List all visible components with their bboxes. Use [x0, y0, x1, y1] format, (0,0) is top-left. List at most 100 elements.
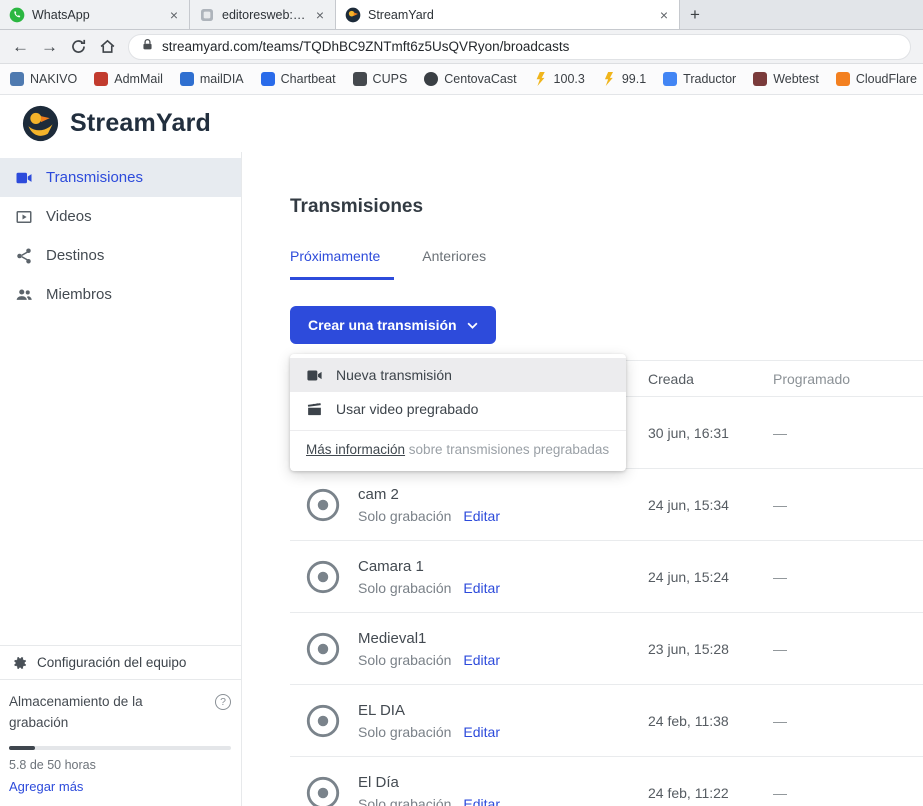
main-content: Transmisiones Próximamente Anteriores Cr… [242, 152, 923, 806]
sidebar-item-videos[interactable]: Videos [0, 197, 241, 236]
broadcast-title: EL DIA [358, 702, 500, 719]
cups-icon [353, 72, 367, 86]
broadcast-title: El Día [358, 774, 500, 791]
record-icon [304, 630, 342, 668]
broadcast-subtitle: Solo grabación [358, 652, 451, 668]
scheduled-cell: — [773, 641, 923, 657]
tab-anteriores[interactable]: Anteriores [422, 248, 500, 280]
bookmark-nakivo[interactable]: NAKIVO [10, 72, 77, 86]
sidebar-item-miembros[interactable]: Miembros [0, 275, 241, 314]
edit-link[interactable]: Editar [463, 580, 500, 596]
bookmark-cups[interactable]: CUPS [353, 72, 408, 86]
bookmark-label: mailDIA [200, 72, 244, 86]
created-cell: 23 jun, 15:28 [648, 641, 773, 657]
streamyard-logo-icon[interactable] [22, 105, 59, 142]
streamyard-header: StreamYard [0, 95, 923, 152]
tab-proximamente[interactable]: Próximamente [290, 248, 394, 280]
bookmarks-bar: NAKIVO AdmMail mailDIA Chartbeat CUPS Ce… [0, 64, 923, 95]
sidebar-item-label: Miembros [46, 286, 112, 303]
broadcast-title: Medieval1 [358, 630, 500, 647]
maildia-icon [180, 72, 194, 86]
broadcast-subtitle: Solo grabación [358, 796, 451, 806]
reload-icon[interactable] [70, 38, 87, 55]
edit-link[interactable]: Editar [463, 796, 500, 806]
back-icon[interactable]: ← [12, 38, 29, 55]
close-icon[interactable]: × [314, 6, 326, 24]
created-cell: 24 feb, 11:22 [648, 785, 773, 801]
bookmark-admmail[interactable]: AdmMail [94, 72, 163, 86]
menu-item-video-pregrabado[interactable]: Usar video pregrabado [290, 392, 626, 426]
table-row[interactable]: El Día Solo grabación Editar 24 feb, 11:2… [290, 757, 923, 806]
bookmark-traductor[interactable]: Traductor [663, 72, 736, 86]
address-bar: ← → streamyard.com/teams/TQDhBC9ZNTmft6z… [0, 30, 923, 64]
edit-link[interactable]: Editar [463, 652, 500, 668]
brand-wordmark: StreamYard [70, 109, 211, 138]
table-row[interactable]: EL DIA Solo grabaciónEditar 24 feb, 11:3… [290, 685, 923, 757]
bookmark-label: 100.3 [554, 72, 585, 86]
table-row[interactable]: Camara 1 Solo grabaciónEditar 24 jun, 15… [290, 541, 923, 613]
created-cell: 30 jun, 16:31 [648, 425, 773, 441]
sidebar-item-transmisiones[interactable]: Transmisiones [0, 158, 241, 197]
bookmark-label: 99.1 [622, 72, 646, 86]
menu-footer: Más información sobre transmisiones preg… [290, 431, 626, 471]
bookmark-chartbeat[interactable]: Chartbeat [261, 72, 336, 86]
bookmark-label: NAKIVO [30, 72, 77, 86]
help-icon[interactable]: ? [215, 694, 231, 710]
menu-item-label: Nueva transmisión [336, 367, 452, 383]
edit-link[interactable]: Editar [463, 508, 500, 524]
bookmark-label: Webtest [773, 72, 819, 86]
bookmark-webtest[interactable]: Webtest [753, 72, 819, 86]
table-row[interactable]: Medieval1 Solo grabación Editar 23 jun, 1… [290, 613, 923, 685]
record-icon [304, 486, 342, 524]
more-info-rest: sobre transmisiones pregrabadas [405, 442, 609, 457]
edit-link[interactable]: Editar [463, 724, 500, 740]
bookmark-label: AdmMail [114, 72, 163, 86]
centovacast-icon [424, 72, 438, 86]
more-info-link[interactable]: Más información [306, 442, 405, 457]
bookmark-radio-99-1[interactable]: 99.1 [602, 72, 646, 86]
menu-item-nueva-transmision[interactable]: Nueva transmisión [290, 358, 626, 392]
video-file-icon [15, 208, 33, 226]
sidebar: Transmisiones Videos Destinos Miembros C… [0, 152, 242, 806]
cloudflare-icon [836, 72, 850, 86]
scheduled-cell: — [773, 569, 923, 585]
video-camera-icon [15, 169, 33, 187]
streamyard-favicon-icon [345, 7, 361, 23]
create-broadcast-button[interactable]: Crear una transmisión [290, 306, 496, 344]
scheduled-header: Programado [773, 371, 923, 387]
home-icon[interactable] [99, 38, 116, 55]
bookmark-label: Chartbeat [281, 72, 336, 86]
bookmark-radio-100-3[interactable]: 100.3 [534, 72, 585, 86]
created-cell: 24 jun, 15:34 [648, 497, 773, 513]
close-icon[interactable]: × [168, 6, 180, 24]
table-row[interactable]: cam 2 Solo grabaciónEditar 24 jun, 15:34… [290, 469, 923, 541]
share-icon [15, 247, 33, 265]
team-settings[interactable]: Configuración del equipo [0, 645, 241, 680]
lock-icon [141, 38, 154, 56]
bookmark-maildia[interactable]: mailDIA [180, 72, 244, 86]
created-cell: 24 feb, 11:38 [648, 713, 773, 729]
lightning-icon [534, 72, 548, 86]
menu-item-label: Usar video pregrabado [336, 401, 478, 417]
scheduled-cell: — [773, 785, 923, 801]
new-tab-button[interactable]: + [680, 0, 710, 29]
close-icon[interactable]: × [658, 6, 670, 24]
create-broadcast-menu: Nueva transmisión Usar video pregrabado … [290, 354, 626, 471]
url-bar[interactable]: streamyard.com/teams/TQDhBC9ZNTmft6z5UsQ… [128, 34, 911, 60]
chartbeat-icon [261, 72, 275, 86]
sidebar-item-destinos[interactable]: Destinos [0, 236, 241, 275]
broadcast-title: Camara 1 [358, 558, 500, 575]
scheduled-cell: — [773, 713, 923, 729]
browser-tab-whatsapp[interactable]: WhatsApp × [0, 0, 190, 29]
add-more-link[interactable]: Agregar más [9, 779, 83, 794]
forward-icon[interactable]: → [41, 38, 58, 55]
storage-progress-fill [9, 746, 35, 750]
bookmark-centovacast[interactable]: CentovaCast [424, 72, 516, 86]
bookmark-cloudflare[interactable]: CloudFlare [836, 72, 917, 86]
browser-tab-editoresweb[interactable]: editoresweb:sitioweb:eldia.co × [190, 0, 336, 29]
browser-tab-streamyard[interactable]: StreamYard × [336, 0, 680, 29]
bookmark-label: Traductor [683, 72, 736, 86]
record-icon [304, 558, 342, 596]
webtest-icon [753, 72, 767, 86]
url-text: streamyard.com/teams/TQDhBC9ZNTmft6z5UsQ… [162, 39, 569, 54]
